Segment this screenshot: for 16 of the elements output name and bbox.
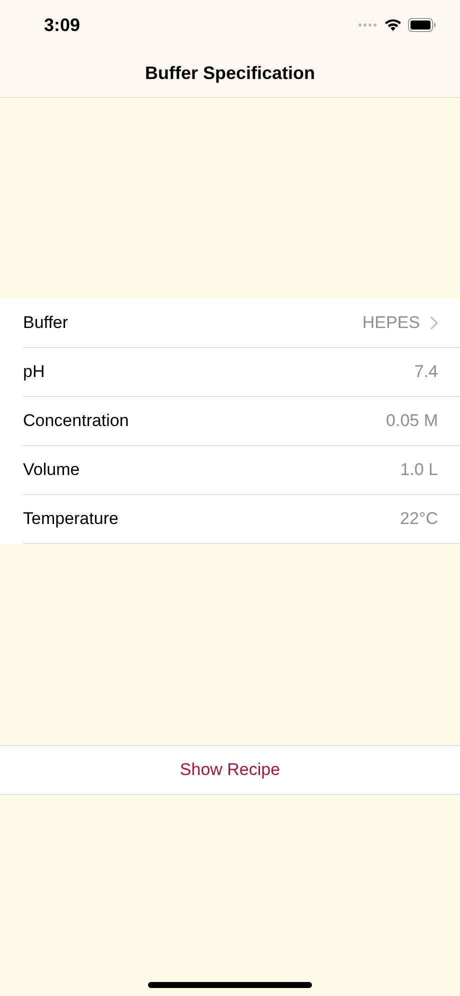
row-label: Concentration [23, 410, 129, 432]
row-value: 0.05 M [386, 410, 438, 432]
show-recipe-button[interactable]: Show Recipe [0, 745, 460, 795]
wifi-icon [384, 18, 402, 32]
row-value: 22°C [400, 508, 438, 530]
nav-title: Buffer Specification [144, 62, 316, 85]
row-value: 1.0 L [400, 459, 438, 482]
row-label: Temperature [23, 508, 118, 530]
chevron-right-icon [430, 316, 438, 330]
battery-icon [408, 18, 436, 32]
status-time: 3:09 [44, 14, 80, 36]
row-value: 7.4 [414, 361, 438, 384]
row-label: Volume [23, 459, 80, 482]
row-label: pH [23, 361, 45, 384]
row-label: Buffer [23, 312, 68, 334]
signal-icon [358, 23, 378, 27]
